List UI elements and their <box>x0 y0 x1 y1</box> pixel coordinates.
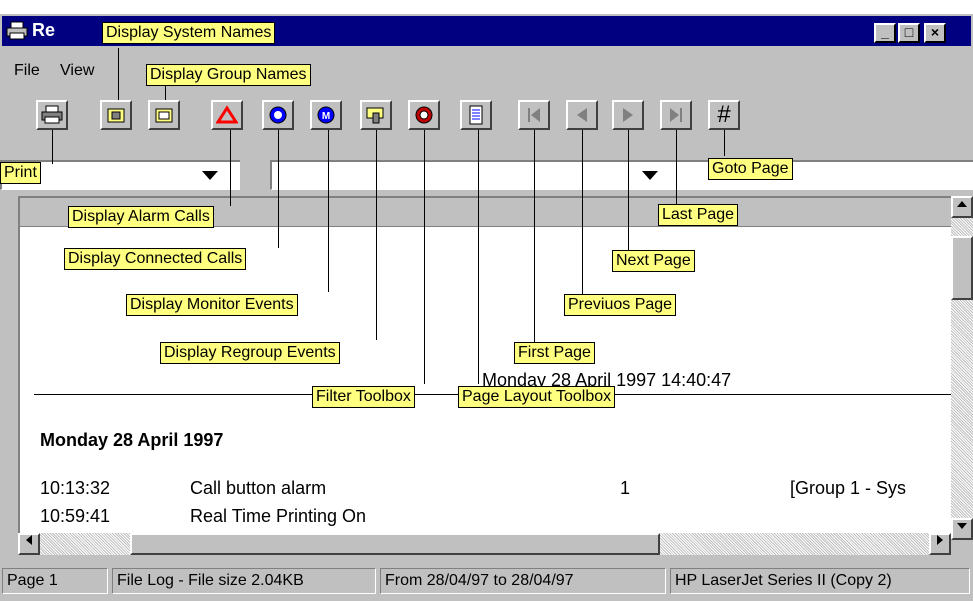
hash-icon: # <box>717 101 731 128</box>
status-file: File Log - File size 2.04KB <box>112 568 376 594</box>
leader-line <box>328 130 329 292</box>
leader-line <box>118 48 119 100</box>
vertical-scroll-thumb[interactable] <box>951 236 973 300</box>
connected-calls-icon <box>267 105 289 125</box>
tooltip-print: Print <box>0 162 41 184</box>
leader-line <box>424 130 425 384</box>
display-alarm-calls-button[interactable] <box>211 100 243 130</box>
printer-icon <box>6 21 28 41</box>
print-button[interactable] <box>36 100 68 130</box>
tooltip-first-page: First Page <box>514 342 595 364</box>
monitor-events-icon: M <box>315 105 337 125</box>
display-group-names-button[interactable] <box>148 100 180 130</box>
horizontal-scrollbar[interactable] <box>18 533 951 555</box>
log-group: [Group 1 - Sys <box>790 478 907 498</box>
display-monitor-events-button[interactable]: M <box>310 100 342 130</box>
scroll-left-button[interactable] <box>18 533 40 555</box>
printer-icon <box>41 105 63 125</box>
status-printer: HP LaserJet Series II (Copy 2) <box>670 568 970 594</box>
tooltip-display-regroup-events: Display Regroup Events <box>160 342 340 364</box>
log-count: 1 <box>620 478 631 498</box>
svg-text:M: M <box>322 111 330 122</box>
log-time: 10:13:32 <box>40 478 111 498</box>
menu-view[interactable]: View <box>60 62 94 80</box>
filter-toolbox-button[interactable] <box>408 100 440 130</box>
log-event: Real Time Printing On <box>190 506 367 526</box>
close-button[interactable]: × <box>924 23 946 43</box>
leader-line <box>628 130 629 250</box>
status-date-range: From 28/04/97 to 28/04/97 <box>380 568 666 594</box>
tooltip-next-page: Next Page <box>612 250 695 272</box>
regroup-events-icon <box>365 105 387 125</box>
previous-page-icon <box>572 105 592 125</box>
previous-page-button[interactable] <box>566 100 598 130</box>
tooltip-display-alarm-calls: Display Alarm Calls <box>68 206 214 228</box>
leader-line <box>230 130 231 206</box>
dropdown-arrow-icon[interactable] <box>642 168 658 185</box>
display-system-names-button[interactable] <box>100 100 132 130</box>
goto-page-button[interactable]: # <box>708 100 740 130</box>
tooltip-filter-toolbox: Filter Toolbox <box>312 386 415 408</box>
first-page-icon <box>524 105 544 125</box>
tooltip-display-group-names: Display Group Names <box>146 64 311 86</box>
vertical-scrollbar[interactable] <box>951 196 973 541</box>
status-bar: Page 1 File Log - File size 2.04KB From … <box>0 566 973 596</box>
menu-file[interactable]: File <box>14 62 40 80</box>
scroll-right-button[interactable] <box>929 533 951 555</box>
next-page-button[interactable] <box>612 100 644 130</box>
maximize-button[interactable]: □ <box>898 23 920 43</box>
leader-line <box>534 130 535 342</box>
leader-line <box>52 130 53 164</box>
tooltip-display-monitor-events: Display Monitor Events <box>126 294 298 316</box>
log-time: 10:59:41 <box>40 506 111 526</box>
log-event: Call button alarm <box>190 478 327 498</box>
scroll-down-button[interactable] <box>951 518 973 540</box>
leader-line <box>165 86 166 100</box>
tooltip-last-page: Last Page <box>658 204 739 226</box>
tooltip-previous-page: Previuos Page <box>564 294 677 316</box>
tooltip-goto-page: Goto Page <box>708 158 793 180</box>
filter-icon <box>413 105 435 125</box>
group-names-icon <box>154 106 174 124</box>
date-heading: Monday 28 April 1997 <box>40 430 224 450</box>
last-page-icon <box>666 105 686 125</box>
leader-line <box>278 130 279 248</box>
minimize-button[interactable]: _ <box>874 23 896 43</box>
tooltip-display-connected-calls: Display Connected Calls <box>64 248 247 270</box>
alarm-triangle-icon <box>216 105 238 125</box>
last-page-button[interactable] <box>660 100 692 130</box>
dropdown-arrow-icon[interactable] <box>202 168 218 185</box>
leader-line <box>724 130 725 156</box>
next-page-icon <box>618 105 638 125</box>
leader-line <box>478 130 479 384</box>
tooltip-display-system-names: Display System Names <box>102 22 276 44</box>
page-layout-icon <box>467 104 485 126</box>
leader-line <box>376 130 377 340</box>
leader-line <box>582 130 583 294</box>
window-title: Re <box>32 20 56 40</box>
scroll-up-button[interactable] <box>951 196 973 218</box>
display-connected-calls-button[interactable] <box>262 100 294 130</box>
tooltip-page-layout-toolbox: Page Layout Toolbox <box>458 386 616 408</box>
page-layout-toolbox-button[interactable] <box>460 100 492 130</box>
leader-line <box>676 130 677 204</box>
horizontal-scroll-thumb[interactable] <box>130 533 660 555</box>
first-page-button[interactable] <box>518 100 550 130</box>
system-names-icon <box>106 106 126 124</box>
status-page: Page 1 <box>2 568 108 594</box>
display-regroup-events-button[interactable] <box>360 100 392 130</box>
